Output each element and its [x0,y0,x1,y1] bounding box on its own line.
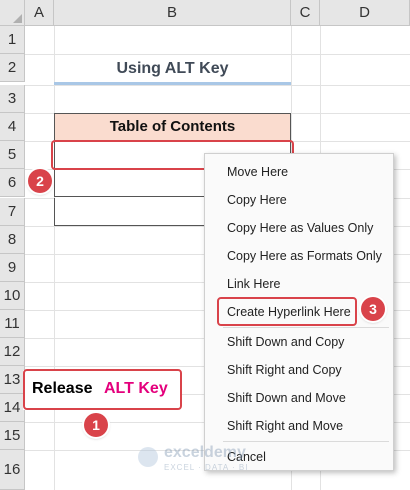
exceldemy-watermark: exceldemy EXCEL · DATA · BI [138,444,278,474]
menu-item-shift-right-copy[interactable]: Shift Right and Copy [205,358,393,382]
menu-item-shift-down-move[interactable]: Shift Down and Move [205,386,393,410]
title-underline [54,82,291,85]
alt-key-label: ALT Key [104,380,168,397]
watermark-name: exceldemy [164,444,246,461]
row-header-1[interactable]: 1 [0,26,25,54]
row-header-8[interactable]: 8 [0,226,25,254]
menu-separator [223,327,389,328]
menu-item-shift-down-copy[interactable]: Shift Down and Copy [205,330,393,354]
menu-separator [223,441,389,442]
row-header-14[interactable]: 14 [0,394,25,422]
row-header-5[interactable]: 5 [0,141,25,169]
row-header-15[interactable]: 15 [0,422,25,450]
row-header-12[interactable]: 12 [0,338,25,366]
row-header-10[interactable]: 10 [0,282,25,310]
step-badge-3: 3 [361,297,385,321]
gridline [25,85,410,86]
menu-item-copy-values-only[interactable]: Copy Here as Values Only [205,216,393,240]
exceldemy-logo-icon [138,447,158,467]
row-header-16[interactable]: 16 [0,450,25,490]
menu-item-shift-right-move[interactable]: Shift Right and Move [205,414,393,438]
row-header-6[interactable]: 6 [0,169,25,197]
menu-item-link-here[interactable]: Link Here [205,272,393,296]
menu-item-copy-formats-only[interactable]: Copy Here as Formats Only [205,244,393,268]
menu-item-copy-here[interactable]: Copy Here [205,188,393,212]
watermark-tagline: EXCEL · DATA · BI [164,463,249,472]
release-label: Release [32,380,93,397]
row-header-2[interactable]: 2 [0,54,25,82]
sheet-title: Using ALT Key [116,60,229,77]
row-header-7[interactable]: 7 [0,198,25,226]
toc-header-cell[interactable]: Table of Contents [54,113,291,141]
menu-item-highlight [217,297,357,326]
row-header-4[interactable]: 4 [0,113,25,141]
column-header-b[interactable]: B [54,0,291,26]
row-header-13[interactable]: 13 [0,366,25,394]
row-header-9[interactable]: 9 [0,254,25,282]
menu-item-move-here[interactable]: Move Here [205,160,393,184]
step-badge-1: 1 [84,413,108,437]
row-header-11[interactable]: 11 [0,310,25,338]
gridline [54,26,55,490]
column-header-a[interactable]: A [25,0,54,26]
row-header-3[interactable]: 3 [0,85,25,113]
column-header-d[interactable]: D [320,0,410,26]
select-all-corner[interactable] [0,0,25,26]
column-header-c[interactable]: C [291,0,320,26]
step-badge-2: 2 [28,169,52,193]
gridline [25,54,410,55]
